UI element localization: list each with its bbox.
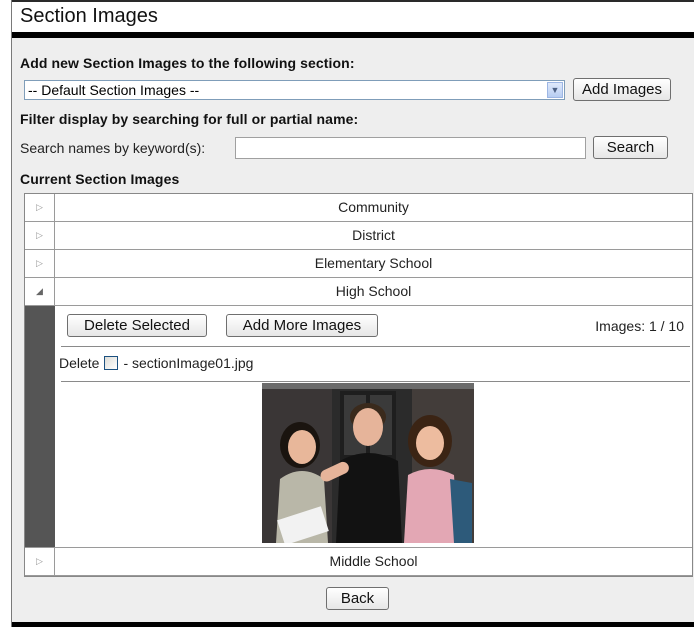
section-row-district[interactable]: ▷ District — [25, 222, 692, 250]
expanded-content: Delete Selected Add More Images Images: … — [55, 306, 692, 547]
section-row-elementary-school[interactable]: ▷ Elementary School — [25, 250, 692, 278]
section-row-middle-school[interactable]: ▷ Middle School — [25, 548, 692, 576]
triangle-right-icon[interactable]: ▷ — [25, 548, 55, 575]
divider — [61, 381, 690, 382]
delete-row: Delete - sectionImage01.jpg — [59, 355, 253, 371]
section-images-panel: Section Images Add new Section Images to… — [11, 0, 694, 627]
file-name: - sectionImage01.jpg — [123, 355, 254, 371]
section-row-community[interactable]: ▷ Community — [25, 194, 692, 222]
triangle-right-icon[interactable]: ▷ — [25, 222, 55, 249]
filter-label: Filter display by searching for full or … — [20, 111, 359, 127]
section-name: Middle School — [329, 553, 418, 569]
expanded-gutter — [25, 306, 55, 547]
search-input[interactable] — [235, 137, 586, 159]
triangle-down-icon[interactable]: ◢ — [25, 278, 55, 305]
section-name: High School — [335, 283, 412, 299]
bottom-border — [12, 622, 694, 627]
section-name: Community — [338, 199, 409, 215]
section-select[interactable]: -- Default Section Images -- ▼ — [24, 80, 565, 100]
search-button[interactable]: Search — [593, 136, 668, 159]
add-images-button[interactable]: Add Images — [573, 78, 671, 101]
chevron-down-icon[interactable]: ▼ — [547, 82, 563, 98]
divider — [61, 346, 690, 347]
images-count: Images: 1 / 10 — [595, 318, 684, 334]
section-name: Elementary School — [314, 255, 433, 271]
high-school-images-panel: Delete Selected Add More Images Images: … — [25, 306, 692, 548]
section-select-value: -- Default Section Images -- — [28, 82, 200, 98]
triangle-right-icon[interactable]: ▷ — [25, 194, 55, 221]
delete-checkbox[interactable] — [104, 356, 119, 370]
back-button[interactable]: Back — [326, 587, 389, 610]
search-label: Search names by keyword(s): — [20, 140, 206, 156]
add-section-label: Add new Section Images to the following … — [20, 55, 355, 71]
title-bar: Section Images — [12, 0, 694, 38]
sections-table: ▷ Community ▷ District ▷ Elementary Scho… — [24, 193, 693, 577]
triangle-right-icon[interactable]: ▷ — [25, 250, 55, 277]
section-row-high-school[interactable]: ◢ High School — [25, 278, 692, 306]
delete-selected-button[interactable]: Delete Selected — [67, 314, 207, 337]
current-section-images-label: Current Section Images — [20, 171, 180, 187]
delete-label: Delete — [59, 355, 100, 371]
page-title: Section Images — [20, 5, 158, 27]
add-more-images-button[interactable]: Add More Images — [226, 314, 378, 337]
section-name: District — [352, 227, 395, 243]
section-image-photo — [262, 383, 474, 543]
